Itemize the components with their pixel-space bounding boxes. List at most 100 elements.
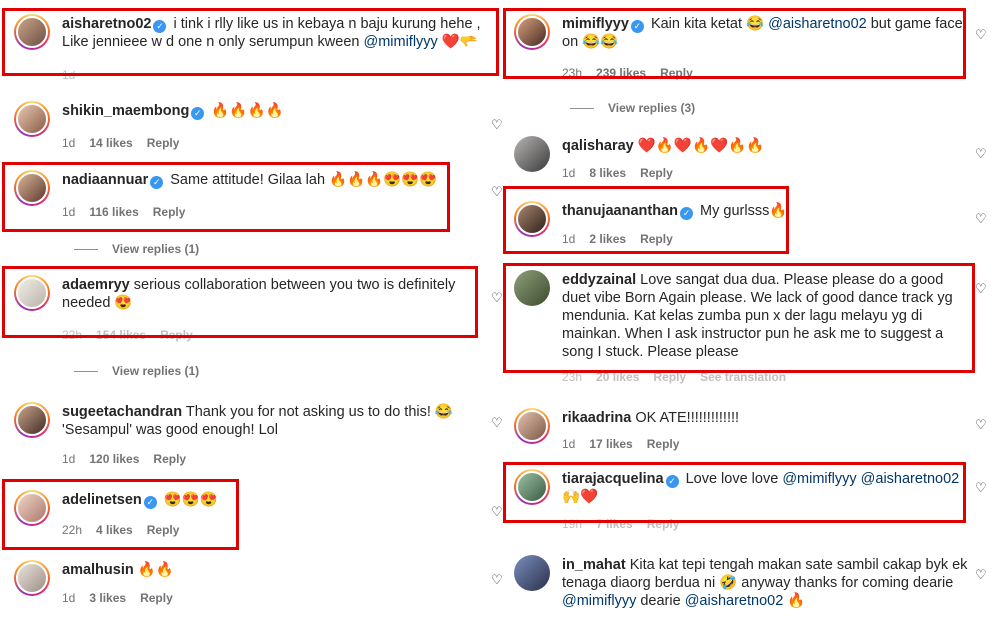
likes-count[interactable]: 17 likes — [589, 437, 632, 451]
likes-count[interactable]: 20 likes — [596, 370, 639, 384]
heart-outline-icon[interactable]: ♡ — [975, 568, 987, 581]
heart-outline-icon[interactable]: ♡ — [975, 481, 987, 494]
comment-text: OK ATE!!!!!!!!!!!!! — [635, 410, 740, 426]
comment-emoji: 🙌❤️ — [562, 489, 599, 505]
comment-meta: 1d 116 likes Reply — [62, 205, 199, 219]
likes-count[interactable]: 4 likes — [96, 523, 133, 537]
username[interactable]: nadiaannuar — [62, 172, 148, 188]
username[interactable]: adaemryy — [62, 277, 130, 293]
avatar[interactable] — [514, 469, 550, 505]
see-translation-button[interactable]: See translation — [700, 370, 786, 384]
likes-count[interactable]: 7 likes — [596, 517, 633, 531]
reply-button[interactable]: Reply — [647, 517, 680, 531]
avatar[interactable] — [14, 101, 50, 137]
comment-meta: 23h 20 likes Reply See translation — [562, 370, 800, 384]
username[interactable]: mimiflyyy — [562, 16, 629, 32]
heart-outline-icon[interactable]: ♡ — [491, 505, 503, 518]
comment-mimiflyyy: mimiflyyy ✓ Kain kita ketat 😂 @aisharetno… — [514, 14, 964, 80]
heart-outline-icon[interactable]: ♡ — [975, 28, 987, 41]
reply-button[interactable]: Reply — [640, 232, 673, 246]
reply-button[interactable]: Reply — [140, 591, 173, 605]
reply-button[interactable]: Reply — [660, 66, 693, 80]
username[interactable]: eddyzainal — [562, 272, 636, 288]
timestamp: 1d — [62, 452, 76, 466]
reply-button[interactable]: Reply — [653, 370, 686, 384]
heart-outline-icon[interactable]: ♡ — [491, 118, 503, 131]
likes-count[interactable]: 3 likes — [89, 591, 126, 605]
avatar[interactable] — [514, 14, 550, 50]
comment-qalisharay: qalisharay ❤️🔥❤️🔥❤️🔥🔥 1d 8 likes Reply — [514, 136, 964, 184]
avatar[interactable] — [514, 408, 550, 444]
username[interactable]: shikin_maembong — [62, 103, 189, 119]
avatar[interactable] — [514, 201, 550, 237]
mention-link[interactable]: @aisharetno02 — [861, 471, 960, 487]
verified-badge-icon: ✓ — [153, 20, 167, 33]
likes-count[interactable]: 8 likes — [589, 166, 626, 180]
avatar[interactable] — [14, 170, 50, 206]
heart-outline-icon[interactable]: ♡ — [491, 416, 503, 429]
reply-button[interactable]: Reply — [640, 166, 673, 180]
comment-text: 🔥🔥🔥🔥 — [211, 103, 284, 119]
likes-count[interactable]: 120 likes — [89, 452, 139, 466]
avatar[interactable] — [14, 490, 50, 526]
comment-meta: 1d 3 likes Reply — [62, 591, 187, 605]
reply-button[interactable]: Reply — [160, 328, 193, 342]
likes-count[interactable]: 14 likes — [89, 136, 132, 150]
comment-text: ❤️🔥❤️🔥❤️🔥🔥 — [637, 138, 765, 154]
username[interactable]: qalisharay — [562, 138, 634, 154]
heart-outline-icon[interactable]: ♡ — [975, 282, 987, 295]
comment-in-mahat: in_mahat Kita kat tepi tengah makan sate… — [514, 555, 969, 621]
mention-link[interactable]: @mimiflyyy — [562, 593, 636, 609]
username[interactable]: thanujaananthan — [562, 203, 678, 219]
comment-meta: 23h 239 likes Reply — [562, 66, 707, 80]
comment-text: Kain kita ketat 😂 — [650, 16, 765, 32]
likes-count[interactable]: 154 likes — [96, 328, 146, 342]
avatar[interactable] — [514, 555, 550, 591]
username[interactable]: sugeetachandran — [62, 404, 182, 420]
comment-meta: 1d 17 likes Reply — [562, 437, 693, 451]
username[interactable]: tiarajacquelina — [562, 471, 664, 487]
view-replies-button[interactable]: View replies (3) — [570, 101, 695, 115]
avatar[interactable] — [14, 14, 50, 50]
timestamp: 19h — [562, 517, 583, 531]
verified-badge-icon: ✓ — [143, 496, 157, 509]
heart-outline-icon[interactable]: ♡ — [491, 573, 503, 586]
heart-outline-icon[interactable]: ♡ — [975, 418, 987, 431]
likes-count[interactable]: 239 likes — [596, 66, 646, 80]
username[interactable]: adelinetsen — [62, 492, 142, 508]
avatar[interactable] — [514, 136, 550, 172]
comment-shikin-maembong: shikin_maembong ✓ 🔥🔥🔥🔥 1d 14 likes Reply — [14, 101, 494, 151]
username[interactable]: aisharetno02 — [62, 16, 151, 32]
view-replies-button[interactable]: View replies (1) — [74, 242, 199, 256]
avatar[interactable] — [14, 402, 50, 438]
timestamp: 22h — [62, 523, 83, 537]
avatar[interactable] — [14, 560, 50, 596]
likes-count[interactable]: 2 likes — [589, 232, 626, 246]
avatar[interactable] — [514, 270, 550, 306]
mention-link[interactable]: @mimiflyyy — [363, 34, 437, 50]
mention-link[interactable]: @mimiflyyy — [782, 471, 856, 487]
username[interactable]: rikaadrina — [562, 410, 631, 426]
heart-outline-icon[interactable]: ♡ — [975, 212, 987, 225]
heart-outline-icon[interactable]: ♡ — [975, 147, 987, 160]
comment-thanujaananthan: thanujaananthan ✓ My gurlsss🔥 1d 2 likes Re… — [514, 201, 787, 251]
verified-badge-icon: ✓ — [665, 475, 679, 488]
comment-meta: 1d — [62, 68, 89, 82]
username[interactable]: in_mahat — [562, 557, 626, 573]
reply-button[interactable]: Reply — [147, 136, 180, 150]
avatar[interactable] — [14, 275, 50, 311]
likes-count[interactable]: 116 likes — [89, 205, 138, 219]
verified-badge-icon: ✓ — [630, 20, 644, 33]
reply-button[interactable]: Reply — [647, 437, 680, 451]
reply-button[interactable]: Reply — [153, 205, 186, 219]
mention-link[interactable]: @aisharetno02 — [685, 593, 784, 609]
reply-button[interactable]: Reply — [153, 452, 186, 466]
mention-link[interactable]: @aisharetno02 — [768, 16, 867, 32]
comment-sugeetachandran: sugeetachandran Thank you for not asking… — [14, 402, 494, 468]
username[interactable]: amalhusin — [62, 562, 134, 578]
heart-outline-icon[interactable]: ♡ — [491, 185, 503, 198]
view-replies-button[interactable]: View replies (1) — [74, 364, 199, 378]
reply-button[interactable]: Reply — [147, 523, 180, 537]
comment-meta: 1d 14 likes Reply — [62, 136, 193, 150]
heart-outline-icon[interactable]: ♡ — [491, 291, 503, 304]
